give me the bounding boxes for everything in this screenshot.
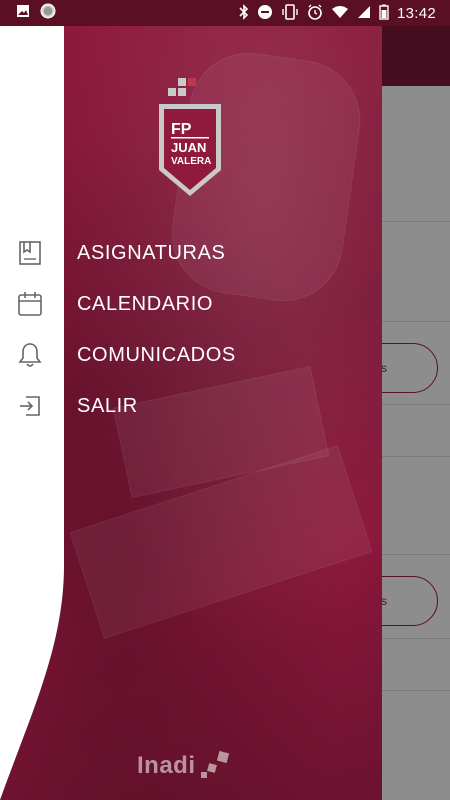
wifi-icon [331,5,349,22]
logout-icon [16,392,44,420]
inadi-logo-icon [200,750,229,778]
inadi-brand-text: Inadi [137,752,196,779]
alarm-icon [307,4,323,23]
menu-label-comunicados: COMUNICADOS [77,343,236,366]
menu-item-calendario[interactable]: CALENDARIO [0,282,382,326]
battery-icon [379,4,389,23]
vibrate-icon [281,3,299,23]
logo-valera-text: VALERA [171,156,211,167]
calendar-icon [16,290,44,318]
image-icon [16,4,30,23]
bluetooth-icon [239,3,249,23]
menu-label-salir: SALIR [77,394,138,417]
bell-icon [16,341,44,369]
inadi-brand: Inadi [137,750,230,780]
status-bar: 13:42 [0,0,450,26]
fp-juan-valera-logo: FP JUAN VALERA [159,78,221,196]
book-icon [16,239,44,267]
logo-fp-text: FP [171,121,192,138]
menu-item-comunicados[interactable]: COMUNICADOS [0,333,382,377]
navigation-drawer: FP JUAN VALERA ASIGNATURAS CALENDARIO CO… [0,26,382,800]
do-not-disturb-icon [257,4,273,23]
signal-icon [357,5,371,22]
menu-label-calendario: CALENDARIO [77,292,214,315]
status-time: 13:42 [396,4,436,22]
menu-label-asignaturas: ASIGNATURAS [77,241,226,264]
menu-item-asignaturas[interactable]: ASIGNATURAS [0,231,382,275]
menu-item-salir[interactable]: SALIR [0,384,382,428]
circle-icon [40,3,56,24]
logo-juan-text: JUAN [171,140,206,155]
